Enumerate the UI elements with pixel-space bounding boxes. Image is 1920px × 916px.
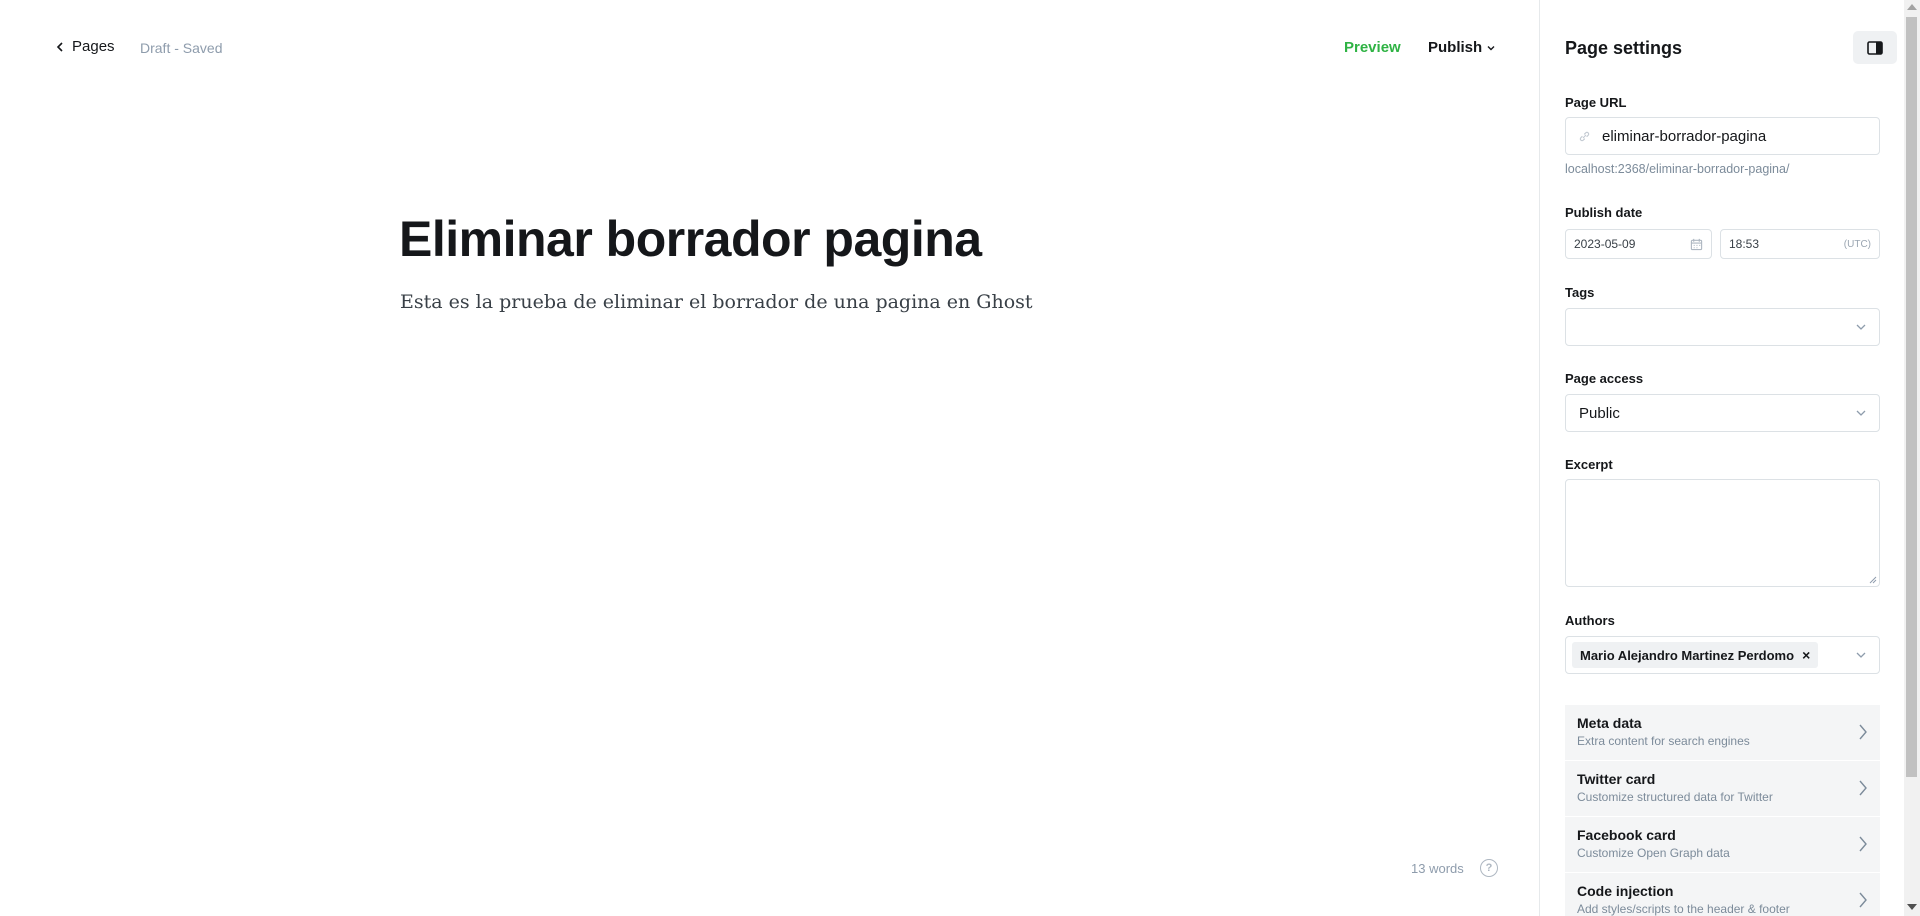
chevron-down-icon [1856,410,1866,416]
scrollbar-thumb[interactable] [1906,17,1917,777]
page-access-select[interactable]: Public [1565,394,1880,432]
back-to-pages-link[interactable]: Pages [54,38,115,55]
word-count: 13 words [1411,861,1464,876]
section-title: Twitter card [1577,771,1656,787]
chevron-down-icon [1856,652,1866,658]
timezone-label: (UTC) [1843,238,1871,250]
chevron-right-icon [1859,836,1867,852]
preview-button[interactable]: Preview [1344,39,1401,56]
page-url-input[interactable]: eliminar-borrador-pagina [1565,117,1880,155]
editor-topbar: Pages Draft - Saved Preview Publish [0,0,1539,98]
back-link-label: Pages [72,38,115,55]
settings-sections: Meta data Extra content for search engin… [1565,705,1880,916]
save-status: Draft - Saved [140,40,223,56]
scroll-up-arrow-icon[interactable] [1907,4,1917,10]
scroll-down-arrow-icon[interactable] [1907,904,1917,910]
publish-label: Publish [1428,39,1483,56]
remove-author-icon[interactable]: × [1802,647,1810,663]
sidebar-title: Page settings [1565,38,1683,58]
facebook-card-section[interactable]: Facebook card Customize Open Graph data [1565,817,1880,872]
calendar-icon [1690,238,1703,250]
chevron-right-icon [1859,724,1867,740]
page-access-value: Public [1579,404,1620,422]
page-url-label: Page URL [1565,95,1627,110]
tags-select[interactable] [1565,308,1880,346]
page-settings-sidebar: Page settings Page URL eliminar-borrador… [1539,0,1904,916]
twitter-card-section[interactable]: Twitter card Customize structured data f… [1565,761,1880,816]
publish-time-value: 18:53 [1729,237,1760,251]
meta-data-section[interactable]: Meta data Extra content for search engin… [1565,705,1880,760]
section-title: Code injection [1577,883,1674,899]
section-subtitle: Customize structured data for Twitter [1577,790,1773,804]
author-chip[interactable]: Mario Alejandro Martinez Perdomo × [1572,642,1819,668]
chevron-down-icon [1487,45,1495,50]
code-injection-section[interactable]: Code injection Add styles/scripts to the… [1565,873,1880,916]
publish-date-label: Publish date [1565,205,1643,220]
page-url-hint: localhost:2368/eliminar-borrador-pagina/ [1565,162,1790,176]
tags-label: Tags [1565,285,1595,300]
sidebar-toggle-button[interactable] [1853,31,1897,64]
sidebar-toggle-icon [1867,40,1883,55]
publish-date-input[interactable]: 2023-05-09 [1565,229,1712,259]
section-subtitle: Customize Open Graph data [1577,846,1730,860]
publish-time-input[interactable]: 18:53 (UTC) [1720,229,1880,259]
publish-button[interactable]: Publish [1428,39,1496,56]
chevron-right-icon [1859,780,1867,796]
chevron-right-icon [1859,892,1867,908]
section-subtitle: Extra content for search engines [1577,734,1750,748]
page-access-label: Page access [1565,371,1644,386]
section-subtitle: Add styles/scripts to the header & foote… [1577,902,1790,916]
authors-label: Authors [1565,613,1615,628]
section-title: Facebook card [1577,827,1676,843]
chevron-down-icon [1856,324,1866,330]
excerpt-label: Excerpt [1565,457,1613,472]
resize-handle-icon[interactable] [1869,576,1877,584]
excerpt-textarea[interactable] [1565,479,1880,587]
authors-select[interactable]: Mario Alejandro Martinez Perdomo × [1565,636,1880,674]
page-url-value: eliminar-borrador-pagina [1602,127,1767,145]
editor-area: Pages Draft - Saved Preview Publish Elim… [0,0,1539,916]
post-body[interactable]: Esta es la prueba de eliminar el borrado… [400,291,1033,313]
section-title: Meta data [1577,715,1642,731]
link-icon [1576,128,1592,144]
help-icon[interactable]: ? [1480,859,1498,877]
chevron-left-icon [56,41,63,52]
author-name: Mario Alejandro Martinez Perdomo [1580,647,1795,663]
publish-date-value: 2023-05-09 [1574,237,1636,251]
post-title[interactable]: Eliminar borrador pagina [399,210,982,268]
